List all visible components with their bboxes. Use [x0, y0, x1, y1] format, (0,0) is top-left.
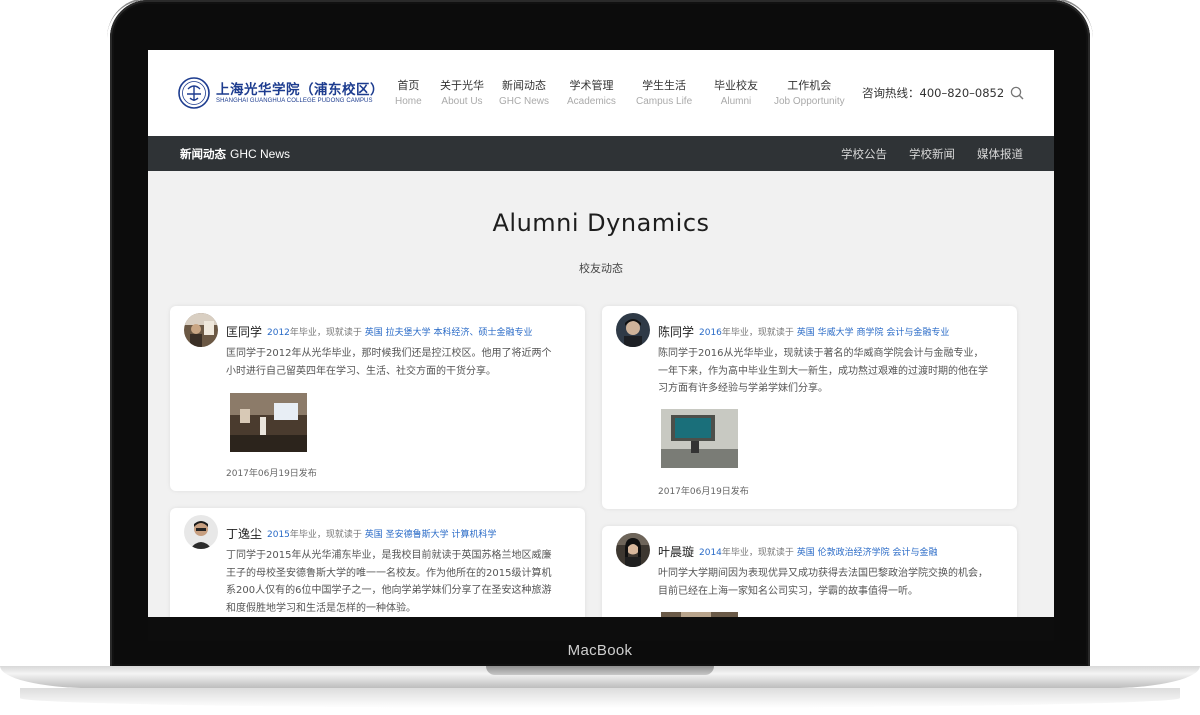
school-link[interactable]: 英国 伦敦政治经济学院 会计与金融 [797, 548, 938, 558]
event-photo[interactable] [661, 409, 738, 468]
subnav-school-news[interactable]: 学校新闻 [909, 146, 955, 162]
graduation-text: 年毕业，现就读于 [289, 328, 362, 338]
graduation-year: 2012 [267, 328, 290, 338]
subnav-media-reports[interactable]: 媒体报道 [977, 146, 1023, 162]
avatar [616, 313, 650, 347]
graduation-text: 年毕业，现就读于 [721, 328, 794, 338]
screen-bezel [148, 617, 1054, 641]
avatar [184, 515, 218, 549]
event-photo[interactable] [661, 612, 738, 617]
page-title: Alumni Dynamics [492, 209, 710, 237]
avatar [616, 533, 650, 567]
graduation-text: 年毕业，现就读于 [721, 548, 794, 558]
alumni-description: 丁同学于2015年从光华浦东毕业，是我校目前就读于英国苏格兰地区威廉王子的母校圣… [226, 550, 552, 614]
laptop-shadow [20, 688, 1180, 708]
college-emblem-icon [178, 77, 210, 109]
nav-label-cn: 学术管理 [569, 79, 614, 92]
nav-label-cn: 毕业校友 [714, 79, 758, 92]
nav-label-en: Home [395, 96, 422, 107]
alumni-meta: 2012年毕业，现就读于 英国 拉夫堡大学 本科经济、硕士金融专业 [267, 325, 533, 338]
nav-label-cn: 学生生活 [642, 79, 687, 92]
publish-date: 2017年06月19日发布 [226, 469, 317, 479]
alumni-card[interactable]: 匡同学 2012年毕业，现就读于 英国 拉夫堡大学 本科经济、硕士金融专业 匡同… [170, 306, 585, 491]
device-label: MacBook [567, 642, 633, 659]
nav-label-cn: 首页 [397, 79, 420, 92]
alumni-name: 匡同学 [226, 325, 263, 339]
event-photo[interactable] [230, 393, 307, 452]
page-subtitle: 校友动态 [579, 262, 623, 275]
alumni-card[interactable]: 丁逸尘 2015年毕业，现就读于 英国 圣安德鲁斯大学 计算机科学 丁同学于20… [170, 508, 585, 617]
subnav-announcements[interactable]: 学校公告 [841, 146, 887, 162]
alumni-description: 叶同学大学期间因为表现优异又成功获得去法国巴黎政治学院交换的机会，目前已经在上海… [658, 568, 988, 597]
laptop-notch [486, 666, 714, 675]
alumni-name: 陈同学 [658, 325, 695, 339]
subbar-title: 新闻动态 GHC News [180, 146, 290, 162]
search-icon[interactable] [1010, 86, 1024, 100]
school-link[interactable]: 英国 圣安德鲁斯大学 计算机科学 [365, 530, 497, 540]
publish-date: 2017年06月19日发布 [658, 487, 749, 497]
subbar-title-en: GHC News [230, 147, 291, 161]
nav-label-en: Job Opportunity [774, 96, 845, 107]
site-logo[interactable]: 上海光华学院（浦东校区） SHANGHAI GUANGHUA COLLEGE P… [178, 77, 384, 111]
nav-label-cn: 关于光华 [440, 79, 484, 92]
nav-item-academics[interactable]: 学术管理 Academics [567, 79, 616, 108]
nav-item-about[interactable]: 关于光华 About Us [440, 79, 484, 108]
nav-label-en: Academics [567, 96, 616, 107]
alumni-name: 叶晨璇 [658, 545, 695, 559]
nav-item-campus-life[interactable]: 学生生活 Campus Life [636, 79, 692, 108]
nav-item-home[interactable]: 首页 Home [395, 79, 422, 108]
subbar-title-cn: 新闻动态 [180, 147, 226, 161]
alumni-description: 陈同学于2016从光华毕业，现就读于著名的华威商学院会计与金融专业，一年下来，作… [658, 348, 988, 394]
school-link[interactable]: 英国 拉夫堡大学 本科经济、硕士金融专业 [365, 328, 533, 338]
graduation-year: 2015 [267, 530, 290, 540]
alumni-meta: 2016年毕业，现就读于 英国 华威大学 商学院 会计与金融专业 [699, 325, 949, 338]
alumni-description: 匡同学于2012年从光华毕业，那时候我们还是控江校区。他用了将近两个小时进行自己… [226, 348, 552, 377]
alumni-meta: 2014年毕业，现就读于 英国 伦敦政治经济学院 会计与金融 [699, 545, 938, 558]
nav-item-news[interactable]: 新闻动态 GHC News [499, 79, 549, 108]
graduation-year: 2016 [699, 328, 722, 338]
nav-label-cn: 工作机会 [787, 79, 832, 92]
nav-label-en: Campus Life [636, 96, 693, 107]
school-link[interactable]: 英国 华威大学 商学院 会计与金融专业 [797, 328, 950, 338]
logo-text-cn: 上海光华学院（浦东校区） [216, 82, 384, 98]
alumni-card[interactable]: 陈同学 2016年毕业，现就读于 英国 华威大学 商学院 会计与金融专业 陈同学… [602, 306, 1017, 509]
nav-label-en: GHC News [499, 96, 550, 107]
alumni-meta: 2015年毕业，现就读于 英国 圣安德鲁斯大学 计算机科学 [267, 527, 497, 540]
logo-text-en: SHANGHAI GUANGHUA COLLEGE PUDONG CAMPUS [216, 98, 373, 104]
graduation-year: 2014 [699, 548, 722, 558]
alumni-card[interactable]: 叶晨璇 2014年毕业，现就读于 英国 伦敦政治经济学院 会计与金融 叶同学大学… [602, 526, 1017, 617]
alumni-name: 丁逸尘 [226, 527, 263, 541]
browser-viewport: 上海光华学院（浦东校区） SHANGHAI GUANGHUA COLLEGE P… [148, 50, 1054, 617]
hotline-text: 咨询热线：400–820–0852 [862, 86, 1005, 100]
nav-label-en: Alumni [720, 96, 752, 107]
nav-item-jobs[interactable]: 工作机会 Job Opportunity [774, 79, 845, 108]
avatar [184, 313, 218, 347]
nav-label-cn: 新闻动态 [502, 79, 546, 92]
graduation-text: 年毕业，现就读于 [289, 530, 362, 540]
nav-item-alumni[interactable]: 毕业校友 Alumni [714, 79, 758, 108]
site-header: 上海光华学院（浦东校区） SHANGHAI GUANGHUA COLLEGE P… [148, 50, 1054, 136]
section-subbar: 新闻动态 GHC News 学校公告 学校新闻 媒体报道 [148, 136, 1054, 171]
nav-label-en: About Us [441, 96, 483, 107]
